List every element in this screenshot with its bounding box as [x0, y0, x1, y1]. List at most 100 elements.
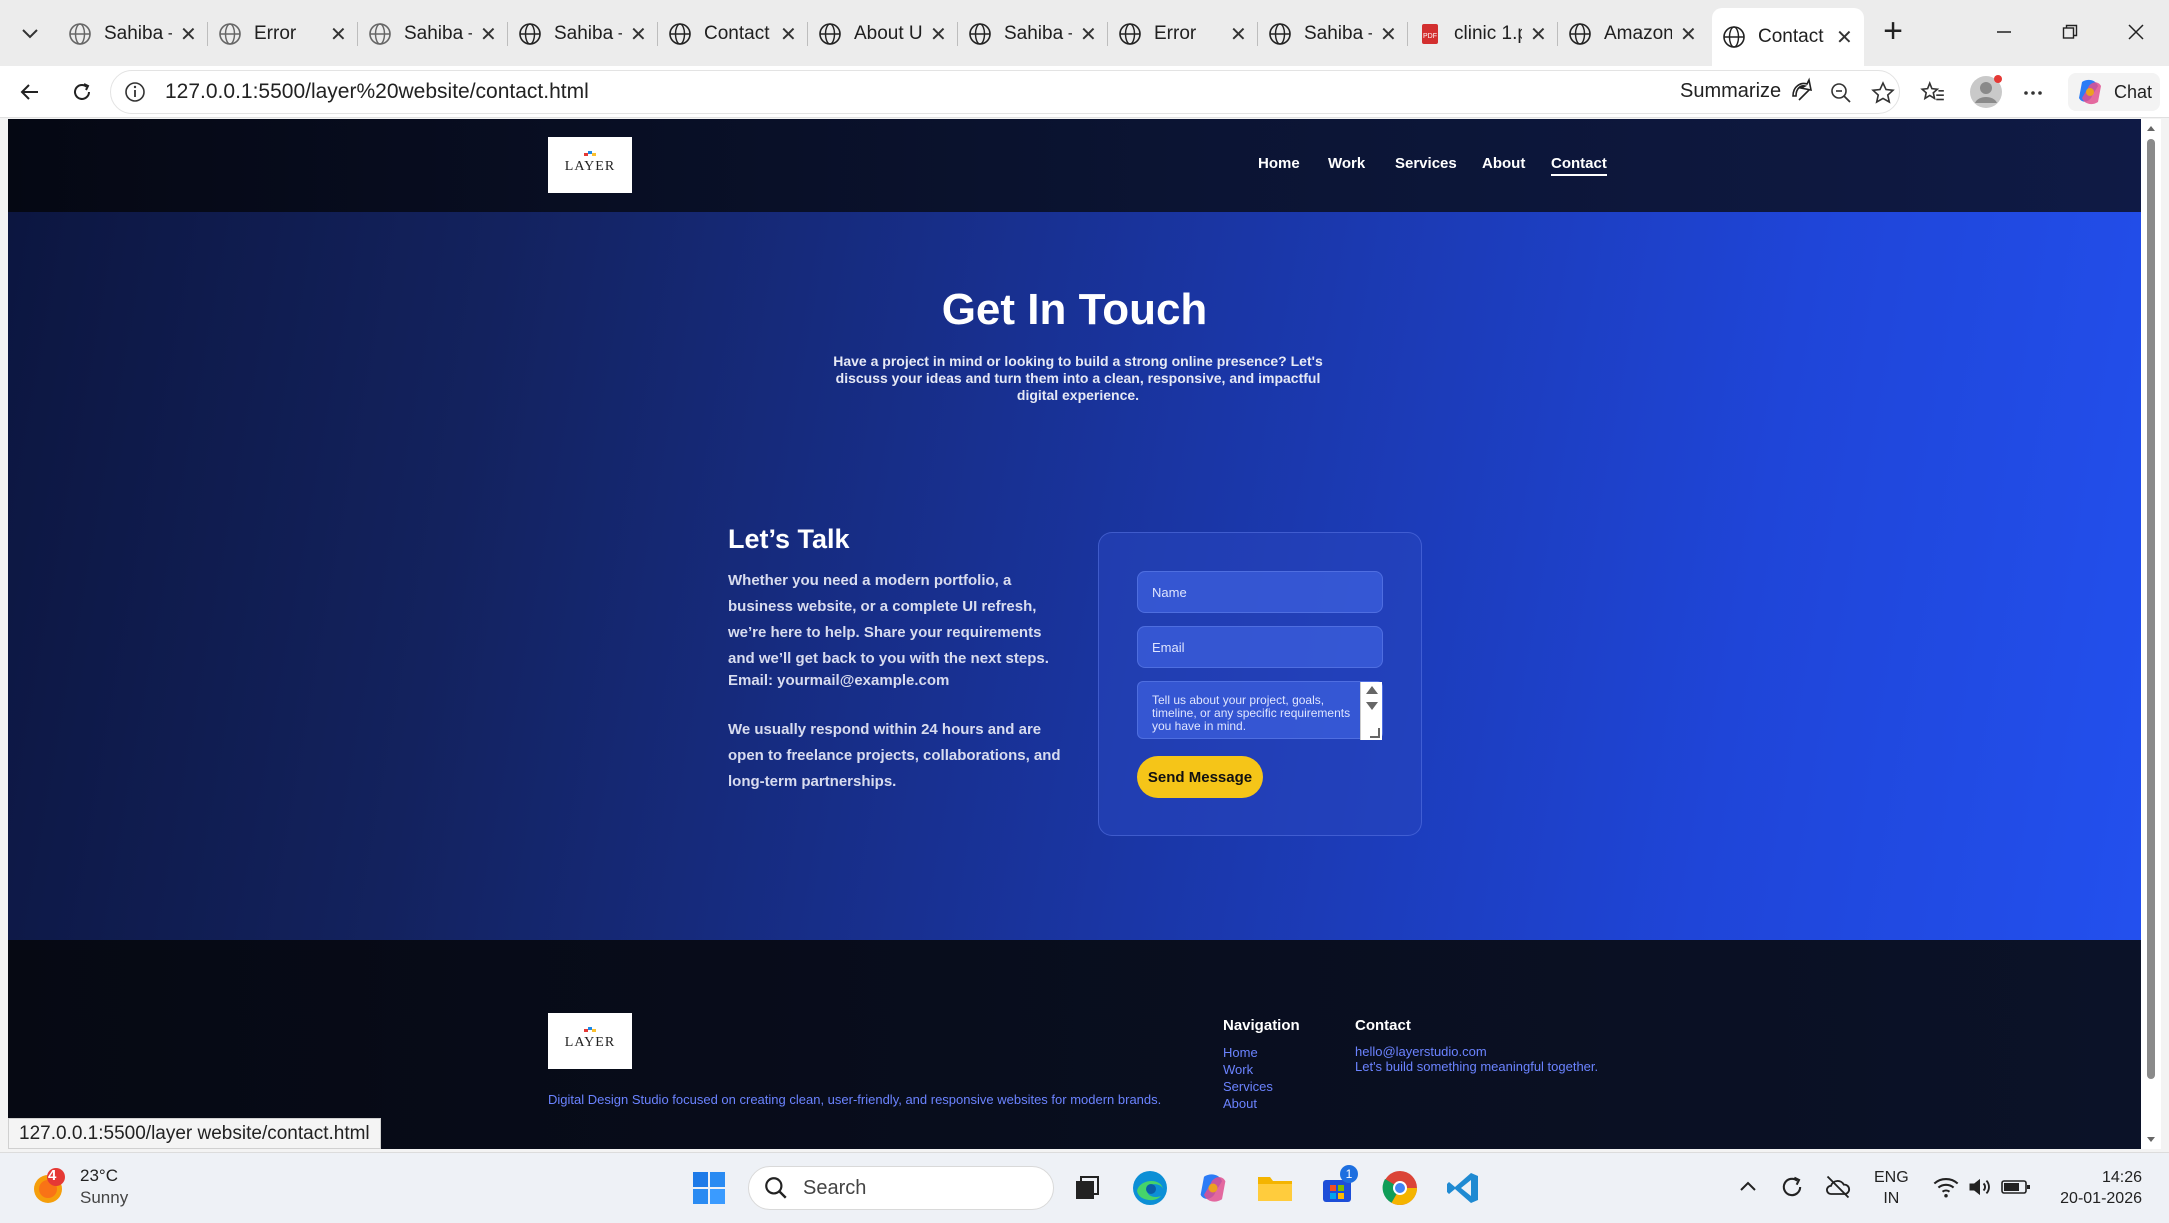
close-icon[interactable]: ✕	[480, 22, 498, 47]
browser-tab[interactable]: Sahiba – W ✕	[958, 10, 1108, 58]
browser-tab[interactable]: Sahiba – W ✕	[58, 10, 208, 58]
more-button[interactable]	[2016, 76, 2050, 110]
send-message-button[interactable]: Send Message	[1137, 756, 1263, 798]
url-text[interactable]: 127.0.0.1:5500/layer%20website/contact.h…	[165, 80, 589, 104]
page-scrollbar[interactable]	[2141, 119, 2161, 1149]
contact-email-text: Email: yourmail@example.com	[728, 672, 950, 689]
battery-icon[interactable]	[2000, 1173, 2032, 1201]
scroll-down-icon[interactable]	[1366, 702, 1378, 710]
chevron-up-icon[interactable]	[1738, 1179, 1758, 1193]
footer-link-work[interactable]: Work	[1223, 1061, 1253, 1078]
scroll-up-icon[interactable]	[1366, 686, 1378, 694]
browser-tab[interactable]: Sahiba – W ✕	[1258, 10, 1408, 58]
browser-tab[interactable]: Error ✕	[1108, 10, 1258, 58]
profile-button[interactable]	[1966, 72, 2006, 112]
taskbar-chrome-app[interactable]	[1377, 1165, 1423, 1211]
browser-tab-active[interactable]: Contact – L ✕	[1712, 8, 1864, 66]
close-icon[interactable]: ✕	[1836, 25, 1854, 50]
weather-temp: 23°C	[80, 1166, 118, 1185]
site-header: LAYER Home Work Services About Contact	[8, 119, 2141, 212]
email-field[interactable]: Email	[1137, 626, 1383, 668]
browser-tab[interactable]: Contact | L ✕	[658, 10, 808, 58]
weather-widget[interactable]: 4 23°C Sunny	[30, 1165, 128, 1209]
scrollbar-thumb[interactable]	[2147, 139, 2155, 1079]
browser-tab[interactable]: Amazon.c ✕	[1558, 10, 1708, 58]
refresh-button[interactable]	[62, 74, 102, 110]
scroll-down-icon[interactable]	[2141, 1133, 2161, 1147]
close-icon[interactable]: ✕	[1080, 22, 1098, 47]
search-icon	[765, 1177, 787, 1199]
footer-link-about[interactable]: About	[1223, 1095, 1257, 1112]
chrome-icon	[1382, 1171, 1417, 1205]
name-field[interactable]: Name	[1137, 571, 1383, 613]
taskbar-edge-app[interactable]	[1127, 1165, 1173, 1211]
start-button[interactable]	[686, 1165, 732, 1211]
taskbar-copilot-app[interactable]	[1190, 1165, 1236, 1211]
nav-link-services[interactable]: Services	[1395, 155, 1457, 172]
logo-mark-icon	[584, 1027, 596, 1032]
textarea-scrollbar[interactable]	[1360, 682, 1382, 740]
sync-icon[interactable]	[1778, 1173, 1806, 1201]
vscode-icon	[1447, 1173, 1478, 1203]
message-textarea[interactable]: Tell us about your project, goals, timel…	[1137, 681, 1383, 740]
address-bar[interactable]: 127.0.0.1:5500/layer%20website/contact.h…	[110, 70, 1900, 114]
taskbar-search[interactable]: Search	[748, 1166, 1054, 1210]
nav-link-about[interactable]: About	[1482, 155, 1525, 172]
windows-logo-icon	[693, 1172, 725, 1204]
site-logo[interactable]: LAYER	[548, 137, 632, 193]
volume-icon[interactable]	[1966, 1173, 1994, 1201]
footer-link-home[interactable]: Home	[1223, 1044, 1258, 1061]
copilot-icon	[2079, 79, 2101, 105]
info-icon[interactable]	[123, 80, 147, 104]
close-icon[interactable]: ✕	[1230, 22, 1248, 47]
pdf-icon: PDF	[1422, 24, 1438, 44]
taskbar-vscode-app[interactable]	[1440, 1165, 1486, 1211]
nav-link-home[interactable]: Home	[1258, 155, 1300, 172]
clock-date: 20-01-2026	[2060, 1190, 2142, 1207]
zoom-out-icon	[1831, 83, 1851, 103]
favorites-button[interactable]	[1916, 76, 1950, 110]
footer-logo[interactable]: LAYER	[548, 1013, 632, 1069]
zoom-button[interactable]	[1824, 76, 1858, 110]
browser-tab[interactable]: PDF clinic 1.pdf ✕	[1408, 10, 1558, 58]
browser-tab[interactable]: About Us ✕	[808, 10, 958, 58]
favorite-button[interactable]	[1866, 76, 1900, 110]
resize-handle-icon[interactable]	[1370, 728, 1380, 738]
close-icon[interactable]: ✕	[930, 22, 948, 47]
nav-link-contact[interactable]: Contact	[1551, 155, 1607, 176]
globe-icon	[1119, 23, 1141, 45]
summarize-button[interactable]: Summarize	[1680, 74, 1817, 108]
close-icon[interactable]: ✕	[180, 22, 198, 47]
wifi-icon[interactable]	[1932, 1173, 1960, 1201]
browser-tab[interactable]: Sahiba – W ✕	[358, 10, 508, 58]
language-indicator[interactable]: ENG IN	[1874, 1167, 1909, 1209]
footer-navigation-heading: Navigation	[1223, 1017, 1300, 1034]
region-code: IN	[1883, 1190, 1900, 1207]
footer-link-services[interactable]: Services	[1223, 1078, 1273, 1095]
close-icon[interactable]: ✕	[1530, 22, 1548, 47]
close-icon[interactable]: ✕	[780, 22, 798, 47]
back-button[interactable]	[10, 74, 50, 110]
cloud-off-icon[interactable]	[1824, 1173, 1852, 1201]
nav-link-work[interactable]: Work	[1328, 155, 1365, 172]
task-view-icon	[1076, 1176, 1099, 1199]
close-window-button[interactable]	[2116, 14, 2156, 50]
taskbar-store-app[interactable]: 1	[1314, 1165, 1360, 1211]
task-view-button[interactable]	[1064, 1165, 1110, 1211]
minimize-button[interactable]	[1984, 14, 2024, 50]
close-icon[interactable]: ✕	[1680, 22, 1698, 47]
restore-button[interactable]	[2050, 14, 2090, 50]
close-icon[interactable]: ✕	[630, 22, 648, 47]
scroll-up-icon[interactable]	[2141, 121, 2161, 135]
tab-actions-menu-button[interactable]	[8, 14, 52, 54]
taskbar-file-explorer-app[interactable]	[1252, 1165, 1298, 1211]
globe-icon	[369, 23, 391, 45]
close-icon[interactable]: ✕	[1380, 22, 1398, 47]
clock[interactable]: 14:26 20-01-2026	[2054, 1167, 2142, 1209]
close-icon[interactable]: ✕	[330, 22, 348, 47]
browser-tab[interactable]: Error ✕	[208, 10, 358, 58]
browser-tab[interactable]: Sahiba – W ✕	[508, 10, 658, 58]
new-tab-button[interactable]: +	[1876, 14, 1910, 50]
copilot-chat-button[interactable]: Chat	[2068, 73, 2160, 111]
weather-desc: Sunny	[80, 1188, 129, 1207]
